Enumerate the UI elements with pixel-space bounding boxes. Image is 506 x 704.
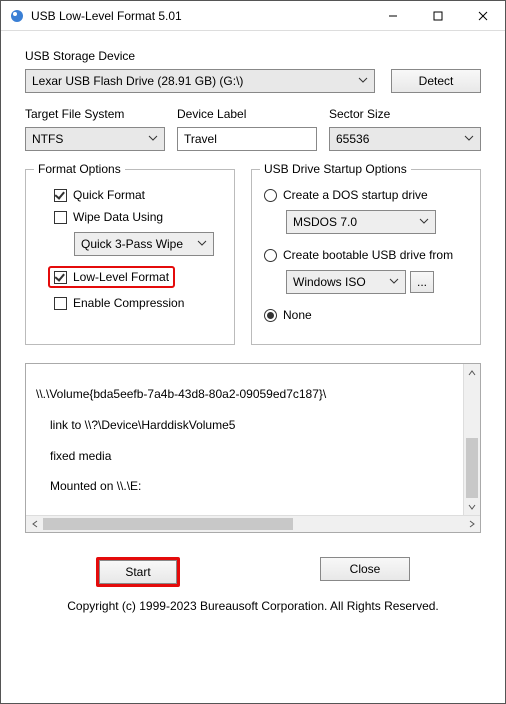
dos-startup-label: Create a DOS startup drive	[283, 188, 428, 202]
log-panel: \\.\Volume{bda5eefb-7a4b-43d8-80a2-09059…	[25, 363, 481, 533]
wipe-data-label: Wipe Data Using	[73, 210, 163, 224]
titlebar: USB Low-Level Format 5.01	[1, 1, 505, 31]
start-button[interactable]: Start	[99, 560, 177, 584]
sector-size-combo[interactable]: 65536	[329, 127, 481, 151]
startup-options-title: USB Drive Startup Options	[260, 162, 411, 176]
usb-device-label: USB Storage Device	[25, 49, 481, 63]
format-options-group: Format Options Quick Format Wipe Data Us…	[25, 169, 235, 345]
log-text[interactable]: \\.\Volume{bda5eefb-7a4b-43d8-80a2-09059…	[26, 364, 463, 515]
bootable-usb-radio[interactable]	[264, 249, 277, 262]
none-radio[interactable]	[264, 309, 277, 322]
device-label-label: Device Label	[177, 107, 317, 121]
chevron-down-icon	[415, 215, 429, 229]
horizontal-scrollbar[interactable]	[26, 515, 480, 532]
scroll-thumb[interactable]	[43, 518, 293, 530]
chevron-down-icon	[193, 237, 207, 251]
format-options-title: Format Options	[34, 162, 125, 176]
copyright-text: Copyright (c) 1999-2023 Bureausoft Corpo…	[25, 593, 481, 621]
quick-format-checkbox[interactable]	[54, 189, 67, 202]
detect-button[interactable]: Detect	[391, 69, 481, 93]
target-fs-label: Target File System	[25, 107, 165, 121]
scroll-down-icon[interactable]	[464, 498, 480, 515]
wipe-method-combo[interactable]: Quick 3-Pass Wipe	[74, 232, 214, 256]
startup-options-group: USB Drive Startup Options Create a DOS s…	[251, 169, 481, 345]
browse-iso-button[interactable]: ...	[410, 271, 434, 293]
scroll-left-icon[interactable]	[26, 516, 43, 532]
scroll-up-icon[interactable]	[464, 364, 480, 381]
device-label-input[interactable]: Travel	[177, 127, 317, 151]
low-level-format-label: Low-Level Format	[73, 270, 169, 284]
app-window: USB Low-Level Format 5.01 USB Storage De…	[0, 0, 506, 704]
usb-device-combo[interactable]: Lexar USB Flash Drive (28.91 GB) (G:\)	[25, 69, 375, 93]
start-highlight: Start	[96, 557, 180, 587]
maximize-button[interactable]	[415, 1, 460, 30]
app-icon	[9, 8, 25, 24]
low-level-format-checkbox[interactable]	[54, 271, 67, 284]
vertical-scrollbar[interactable]	[463, 364, 480, 515]
enable-compression-label: Enable Compression	[73, 296, 184, 310]
chevron-down-icon	[385, 275, 399, 289]
sector-size-label: Sector Size	[329, 107, 481, 121]
boot-source-combo[interactable]: Windows ISO	[286, 270, 406, 294]
wipe-data-checkbox[interactable]	[54, 211, 67, 224]
window-title: USB Low-Level Format 5.01	[31, 9, 182, 23]
minimize-button[interactable]	[370, 1, 415, 30]
low-level-highlight: Low-Level Format	[48, 266, 175, 288]
scroll-thumb[interactable]	[466, 438, 478, 498]
dos-version-combo[interactable]: MSDOS 7.0	[286, 210, 436, 234]
chevron-down-icon	[354, 74, 368, 88]
filesystem-combo[interactable]: NTFS	[25, 127, 165, 151]
scroll-right-icon[interactable]	[463, 516, 480, 532]
chevron-down-icon	[144, 132, 158, 146]
content-area: USB Storage Device Lexar USB Flash Drive…	[1, 31, 505, 703]
chevron-down-icon	[460, 132, 474, 146]
bootable-usb-label: Create bootable USB drive from	[283, 248, 453, 262]
quick-format-label: Quick Format	[73, 188, 145, 202]
close-button[interactable]: Close	[320, 557, 410, 581]
none-label: None	[283, 308, 312, 322]
close-window-button[interactable]	[460, 1, 505, 30]
enable-compression-checkbox[interactable]	[54, 297, 67, 310]
dos-startup-radio[interactable]	[264, 189, 277, 202]
